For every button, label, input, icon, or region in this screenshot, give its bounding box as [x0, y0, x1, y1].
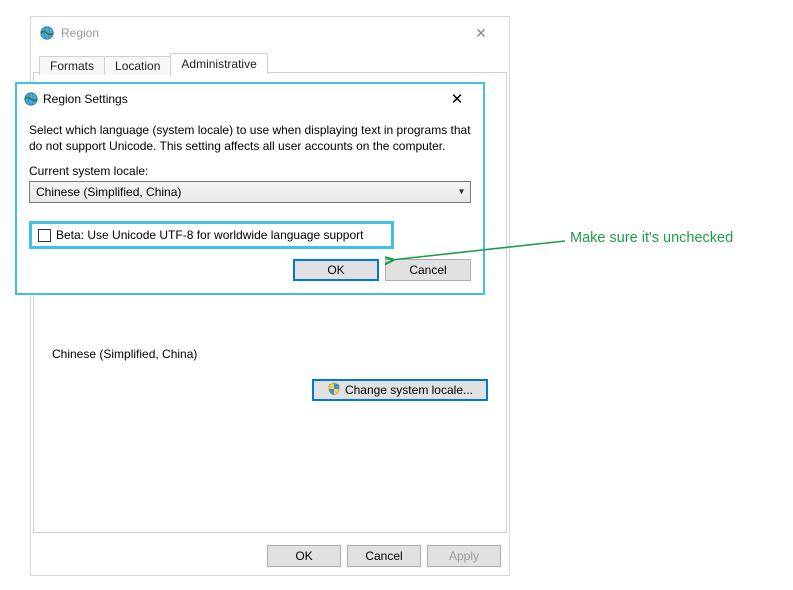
close-icon[interactable]: ✕ — [461, 25, 501, 42]
beta-utf8-checkbox[interactable] — [38, 229, 51, 242]
change-system-locale-button[interactable]: Change system locale... — [312, 379, 488, 401]
close-icon[interactable]: ✕ — [437, 90, 477, 108]
current-locale-display: Chinese (Simplified, China) — [52, 347, 488, 361]
locale-label: Current system locale: — [29, 164, 471, 178]
chevron-down-icon: ▾ — [459, 187, 464, 198]
locale-select[interactable]: Chinese (Simplified, China) ▾ — [29, 181, 471, 203]
tab-location[interactable]: Location — [104, 56, 171, 75]
beta-utf8-checkbox-label: Beta: Use Unicode UTF-8 for worldwide la… — [56, 228, 364, 242]
settings-dialog-buttons: OK Cancel — [29, 259, 471, 281]
settings-description: Select which language (system locale) to… — [29, 122, 471, 154]
globe-icon — [39, 25, 55, 41]
tab-formats[interactable]: Formats — [39, 56, 105, 75]
settings-dialog-title: Region Settings — [43, 92, 437, 106]
beta-utf8-highlight: Beta: Use Unicode UTF-8 for worldwide la… — [29, 221, 394, 249]
settings-titlebar: Region Settings ✕ — [17, 84, 483, 114]
settings-cancel-button[interactable]: Cancel — [385, 259, 471, 281]
globe-icon — [23, 91, 39, 107]
shield-icon — [327, 382, 341, 399]
tab-administrative[interactable]: Administrative — [170, 53, 267, 74]
region-titlebar: Region ✕ — [31, 17, 509, 49]
settings-body: Select which language (system locale) to… — [17, 114, 483, 293]
region-apply-button[interactable]: Apply — [427, 545, 501, 567]
settings-ok-button[interactable]: OK — [293, 259, 379, 281]
change-system-locale-label: Change system locale... — [345, 383, 473, 397]
region-settings-dialog: Region Settings ✕ Select which language … — [15, 82, 485, 295]
locale-select-value: Chinese (Simplified, China) — [36, 185, 181, 199]
region-dialog-buttons: OK Cancel Apply — [267, 545, 501, 567]
region-window-title: Region — [61, 26, 461, 40]
annotation-text: Make sure it's unchecked — [570, 230, 733, 246]
region-ok-button[interactable]: OK — [267, 545, 341, 567]
tab-bar: Formats Location Administrative — [31, 49, 509, 73]
region-cancel-button[interactable]: Cancel — [347, 545, 421, 567]
